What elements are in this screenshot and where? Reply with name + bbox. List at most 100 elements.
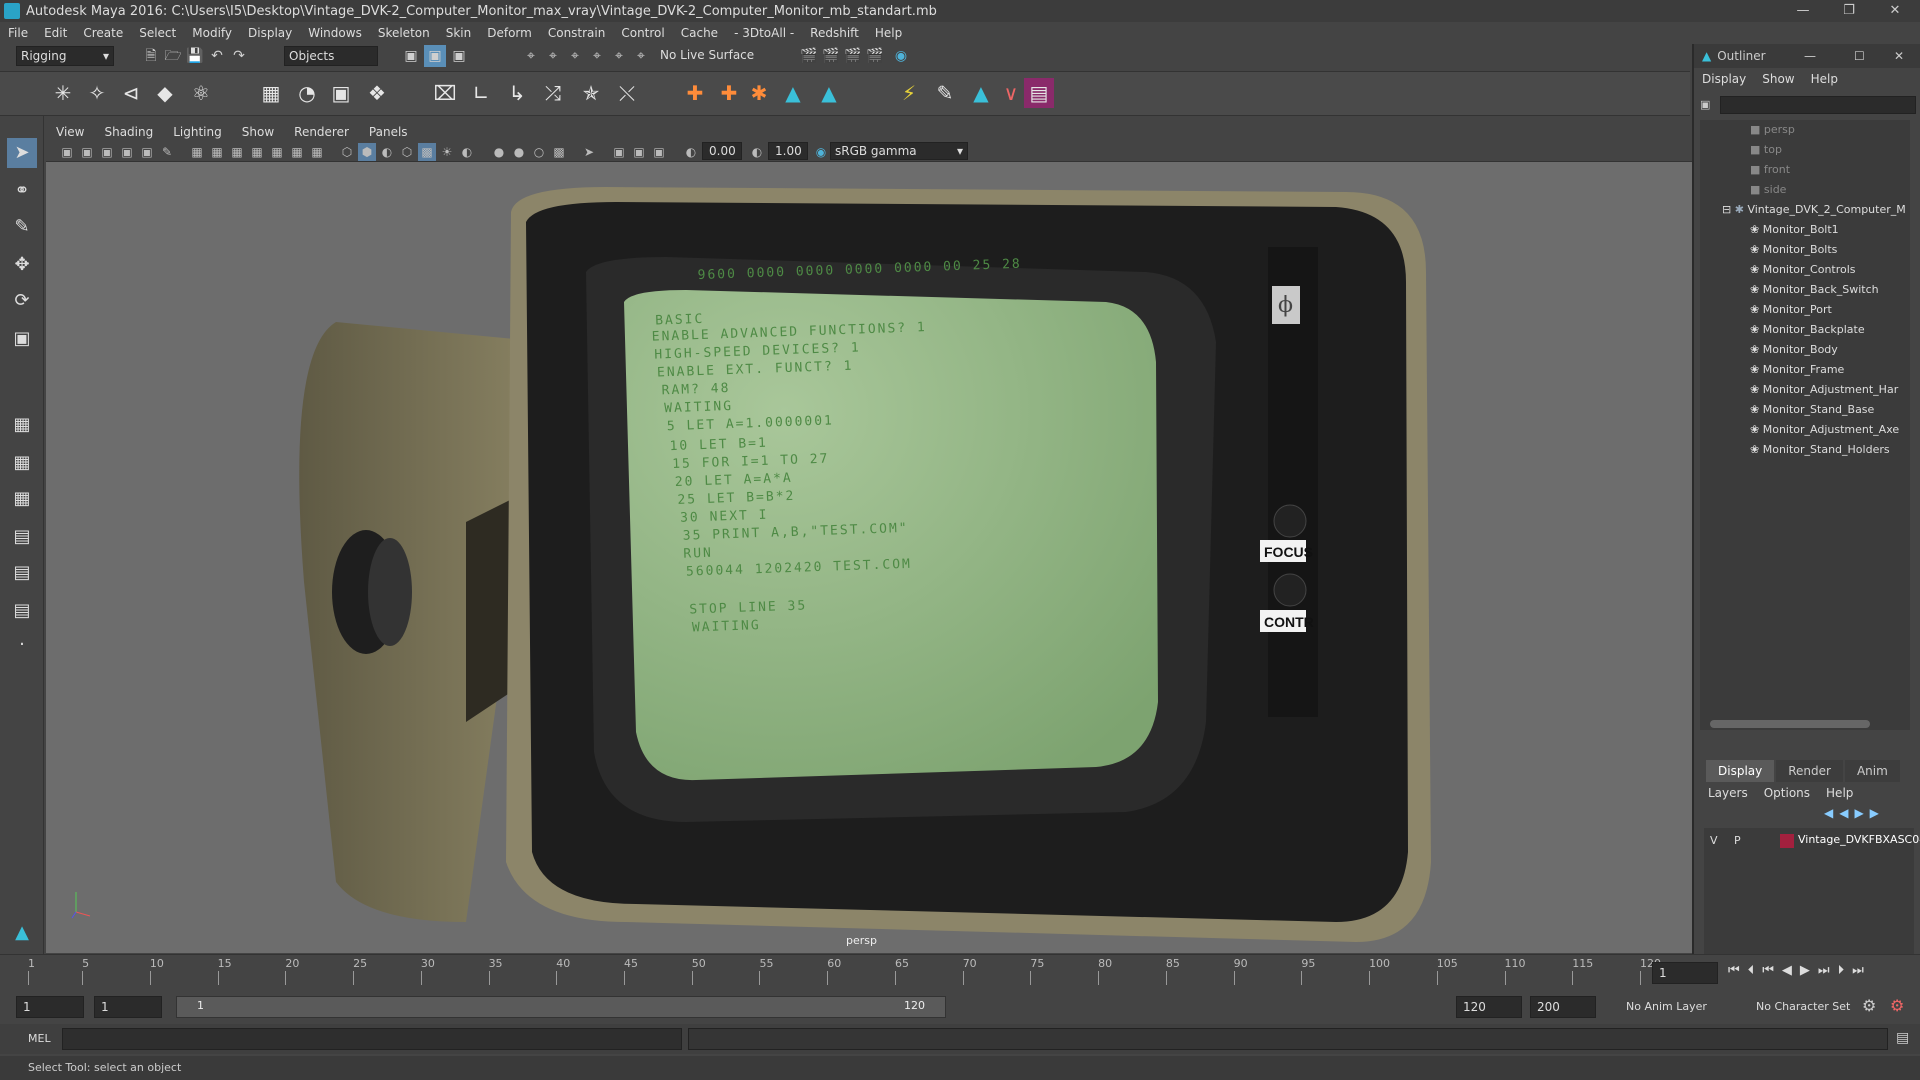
save-scene-icon[interactable]: 💾	[184, 45, 206, 67]
outliner-camera-persp[interactable]: ■ persp	[1750, 120, 1795, 140]
smooth-shade-icon[interactable]: ⬢	[358, 143, 376, 161]
panel-menu-view[interactable]: View	[46, 125, 94, 139]
layout-graph-icon[interactable]: ▤	[7, 558, 37, 588]
maximize-button[interactable]: ❐	[1826, 0, 1872, 22]
outliner-item[interactable]: ❀ Monitor_Back_Switch	[1750, 280, 1879, 300]
maya-logo-2-icon[interactable]: ▲	[814, 78, 844, 108]
outliner-camera-side[interactable]: ■ side	[1750, 180, 1786, 200]
exposure-field[interactable]: 0.00	[702, 142, 742, 160]
use-lights-icon[interactable]: ☀	[438, 143, 456, 161]
sculpt-icon[interactable]: ❖	[362, 78, 392, 108]
outliner-item[interactable]: ❀ Monitor_Frame	[1750, 360, 1844, 380]
layout-outliner-icon[interactable]: ▤	[7, 522, 37, 552]
maya-logo-3-icon[interactable]: ▲	[966, 78, 996, 108]
orient-constraint-icon[interactable]: ↳	[502, 78, 532, 108]
range-bar[interactable]: 1 120	[176, 996, 946, 1018]
outliner-menu-show[interactable]: Show	[1754, 72, 1802, 86]
flat-shade-icon[interactable]: ◐	[378, 143, 396, 161]
gate-mask-icon[interactable]: ▦	[248, 143, 266, 161]
gamma-field[interactable]: 1.00	[768, 142, 808, 160]
ssao-icon[interactable]: ●	[490, 143, 508, 161]
layer-menu-help[interactable]: Help	[1818, 786, 1861, 800]
menu-windows[interactable]: Windows	[300, 26, 370, 40]
locator-joint-icon[interactable]: ✚	[714, 78, 744, 108]
outliner-item[interactable]: ❀ Monitor_Stand_Base	[1750, 400, 1874, 420]
outliner-item[interactable]: ❀ Monitor_Adjustment_Har	[1750, 380, 1898, 400]
panel-menu-lighting[interactable]: Lighting	[163, 125, 232, 139]
layout-more-icon[interactable]: ·	[7, 630, 37, 660]
gamma-icon[interactable]: ◐	[748, 143, 766, 161]
play-back-icon[interactable]: ◀	[1782, 963, 1800, 978]
auto-key-icon[interactable]: ⚙	[1862, 996, 1876, 1015]
wireframe-on-shaded-icon[interactable]: ⬡	[398, 143, 416, 161]
xray-icon[interactable]: ▣	[610, 143, 628, 161]
layer-action-icons[interactable]: ◀◀▶▶	[1824, 806, 1885, 820]
step-back-icon[interactable]: ⏴	[1748, 963, 1763, 978]
exposure-icon[interactable]: ◐	[682, 143, 700, 161]
menu-deform[interactable]: Deform	[479, 26, 540, 40]
grease-pencil-icon[interactable]: ✎	[158, 143, 176, 161]
lasso-tool-icon[interactable]: ⚭	[7, 176, 37, 206]
snap-point-icon[interactable]: ⌖	[564, 45, 586, 67]
snap-surface-icon[interactable]: ⌖	[608, 45, 630, 67]
menu-skin[interactable]: Skin	[438, 26, 480, 40]
ipr-render-icon[interactable]: 🎬	[842, 45, 864, 67]
chart-icon[interactable]: ▤	[1024, 78, 1054, 108]
pole-vector-icon[interactable]: ⤬	[612, 78, 642, 108]
ik-spline-icon[interactable]: ⊲	[116, 78, 146, 108]
layer-menu-layers[interactable]: Layers	[1700, 786, 1756, 800]
outliner-camera-top[interactable]: ■ top	[1750, 140, 1782, 160]
outliner-hscrollbar[interactable]	[1710, 720, 1870, 728]
snap-view-icon[interactable]: ⌖	[586, 45, 608, 67]
wrap-icon[interactable]: ▣	[326, 78, 356, 108]
layer-menu-options[interactable]: Options	[1756, 786, 1818, 800]
collapse-icon[interactable]: ⊟	[1722, 203, 1731, 216]
outliner-item[interactable]: ❀ Monitor_Bolts	[1750, 240, 1837, 260]
anim-layer-dropdown[interactable]: No Anim Layer	[1626, 1000, 1707, 1013]
layer-name[interactable]: Vintage_DVKFBXASC04	[1798, 833, 1920, 846]
open-scene-icon[interactable]: 🗁	[162, 45, 184, 67]
menu-create[interactable]: Create	[75, 26, 131, 40]
tab-render[interactable]: Render	[1776, 760, 1843, 782]
point-constraint-icon[interactable]: ∟	[466, 78, 496, 108]
outliner-item[interactable]: ❀ Monitor_Controls	[1750, 260, 1856, 280]
layout-hypershade-icon[interactable]: ▤	[7, 596, 37, 626]
menu-help[interactable]: Help	[867, 26, 910, 40]
move-tool-icon[interactable]: ✥	[7, 250, 37, 280]
ik-handle-icon[interactable]: ✧	[82, 78, 112, 108]
locator-icon[interactable]: ✚	[680, 78, 710, 108]
menu-file[interactable]: File	[0, 26, 36, 40]
cluster-icon[interactable]: ◔	[292, 78, 322, 108]
step-back-key-icon[interactable]: ⏮	[1762, 963, 1782, 978]
step-forward-icon[interactable]: ⏵	[1838, 963, 1853, 978]
color-management-icon[interactable]: ◉	[812, 143, 830, 161]
menu-skeleton[interactable]: Skeleton	[370, 26, 438, 40]
render-view-icon[interactable]: 🎬	[798, 45, 820, 67]
maya-logo-icon[interactable]: ▲	[778, 78, 808, 108]
2d-pan-icon[interactable]: ▣	[138, 143, 156, 161]
camera-select-icon[interactable]: ▣	[58, 143, 76, 161]
rotate-tool-icon[interactable]: ⟳	[7, 286, 37, 316]
outliner-camera-front[interactable]: ■ front	[1750, 160, 1790, 180]
play-forward-icon[interactable]: ▶	[1800, 963, 1818, 978]
live-surface-label[interactable]: No Live Surface	[660, 48, 754, 62]
select-object-icon[interactable]: ▣	[424, 45, 446, 67]
menu-redshift[interactable]: Redshift	[802, 26, 867, 40]
dof-icon[interactable]: ▩	[550, 143, 568, 161]
layer-color-swatch[interactable]	[1780, 834, 1794, 848]
outliner-maximize-button[interactable]: ☐	[1854, 49, 1865, 63]
color-space-dropdown[interactable]: sRGB gamma ▾	[830, 142, 968, 160]
selection-mode-dropdown[interactable]: Objects	[284, 46, 378, 66]
select-tool-icon[interactable]: ➤	[7, 138, 37, 168]
menu-edit[interactable]: Edit	[36, 26, 75, 40]
outliner-item[interactable]: ❀ Monitor_Bolt1	[1750, 220, 1839, 240]
safe-title-icon[interactable]: ▦	[308, 143, 326, 161]
outliner-item[interactable]: ❀ Monitor_Stand_Holders	[1750, 440, 1890, 460]
joint-tool-icon[interactable]: ✳	[48, 78, 78, 108]
lattice-icon[interactable]: ▦	[256, 78, 286, 108]
menu-display[interactable]: Display	[240, 26, 300, 40]
textured-icon[interactable]: ▩	[418, 143, 436, 161]
layout-four-icon[interactable]: ▦	[7, 448, 37, 478]
playback-start-field[interactable]: 1	[94, 996, 162, 1018]
paint-brush-icon[interactable]: ✎	[930, 78, 960, 108]
